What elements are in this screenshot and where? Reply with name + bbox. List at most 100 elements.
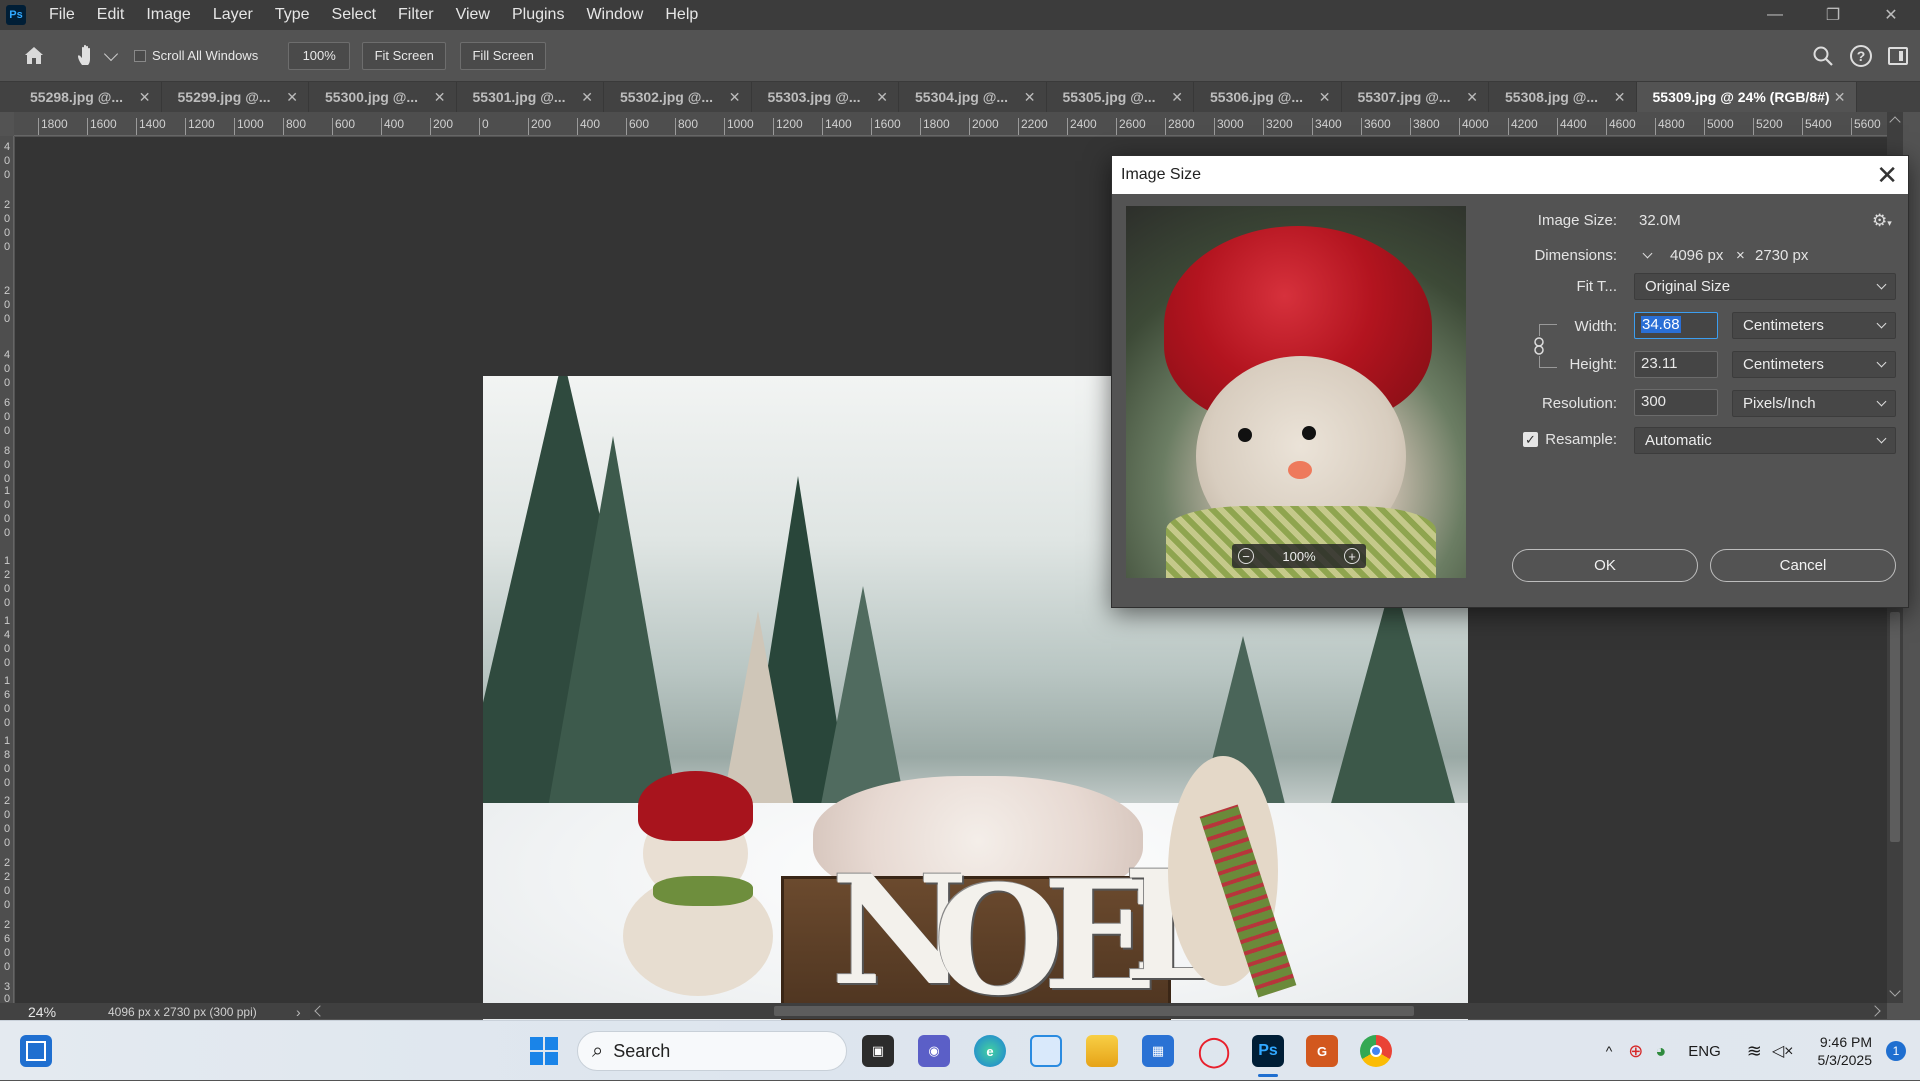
height-unit-select[interactable]: Centimeters <box>1732 351 1896 378</box>
link-icon[interactable] <box>1533 336 1545 356</box>
tab-close-icon[interactable]: ✕ <box>1024 89 1036 106</box>
menu-filter[interactable]: Filter <box>387 6 445 24</box>
menu-select[interactable]: Select <box>321 6 387 24</box>
zoom-level[interactable]: 24% <box>28 1004 108 1020</box>
menu-type[interactable]: Type <box>264 6 321 24</box>
dialog-title: Image Size <box>1121 166 1202 183</box>
width-unit-select[interactable]: Centimeters <box>1732 312 1896 339</box>
zoom-in-icon[interactable]: + <box>1344 548 1360 564</box>
tab-close-icon[interactable]: ✕ <box>1171 89 1183 106</box>
menu-help[interactable]: Help <box>654 6 709 24</box>
tab-close-icon[interactable]: ✕ <box>581 89 593 106</box>
wifi-icon[interactable]: ≋ <box>1747 1041 1762 1062</box>
tab-close-icon[interactable]: ✕ <box>1466 89 1478 106</box>
tab-55306[interactable]: 55306.jpg @... ✕ <box>1194 82 1342 112</box>
scroll-right-icon[interactable] <box>1869 1005 1881 1017</box>
menu-layer[interactable]: Layer <box>202 6 264 24</box>
shield-icon[interactable]: G <box>1306 1035 1338 1067</box>
file-explorer-icon[interactable] <box>1086 1035 1118 1067</box>
dialog-title-bar[interactable]: Image Size ✕ <box>1112 156 1908 194</box>
close-icon[interactable]: ✕ <box>1862 0 1920 30</box>
tab-55299[interactable]: 55299.jpg @... ✕ <box>162 82 309 112</box>
horizontal-scroll-thumb[interactable] <box>774 1006 1414 1016</box>
chevron-up-icon[interactable]: ^ <box>1606 1043 1613 1059</box>
snipping-tool-icon[interactable] <box>1030 1035 1062 1067</box>
edge-icon[interactable]: e <box>974 1035 1006 1067</box>
chevron-down-icon[interactable] <box>103 46 119 61</box>
tab-55301[interactable]: 55301.jpg @... ✕ <box>457 82 604 112</box>
tab-close-icon[interactable]: ✕ <box>434 89 446 106</box>
fit-to-select[interactable]: Original Size <box>1634 273 1896 300</box>
globe-icon[interactable]: ◕ <box>1655 1041 1666 1062</box>
menu-image[interactable]: Image <box>135 6 201 24</box>
zoom-100-button[interactable]: 100% <box>288 41 351 70</box>
gear-icon[interactable]: ⚙▾ <box>1872 211 1894 230</box>
notification-badge[interactable]: 1 <box>1886 1041 1906 1061</box>
language-indicator[interactable]: ENG <box>1688 1043 1721 1060</box>
cancel-button[interactable]: Cancel <box>1710 549 1896 582</box>
ok-button[interactable]: OK <box>1512 549 1698 582</box>
tab-55309[interactable]: 55309.jpg @ 24% (RGB/8#) ✕ <box>1636 82 1857 112</box>
tab-close-icon[interactable]: ✕ <box>1614 89 1626 106</box>
windows-start-icon[interactable] <box>528 1035 560 1067</box>
vertical-scroll-thumb[interactable] <box>1890 612 1900 842</box>
tab-55300[interactable]: 55300.jpg @... ✕ <box>309 82 457 112</box>
chrome-icon[interactable] <box>1360 1035 1392 1067</box>
tab-close-icon[interactable]: ✕ <box>286 89 298 106</box>
resolution-label: Resolution: <box>1541 395 1617 412</box>
widgets-icon[interactable] <box>20 1035 52 1067</box>
tab-55298[interactable]: 55298.jpg @... ✕ <box>14 82 162 112</box>
width-input[interactable]: 34.68 <box>1634 312 1718 339</box>
microsoft-store-icon[interactable]: ▦ <box>1142 1035 1174 1067</box>
menu-view[interactable]: View <box>445 6 501 24</box>
tab-close-icon[interactable]: ✕ <box>139 89 151 106</box>
opera-icon[interactable]: ◯ <box>1197 1035 1231 1068</box>
image-preview[interactable]: − 100% + <box>1126 206 1466 578</box>
taskbar-search[interactable]: ⌕ Search <box>577 1031 847 1071</box>
scroll-up-icon[interactable] <box>1889 116 1901 128</box>
search-icon[interactable] <box>1812 45 1834 67</box>
tab-55303[interactable]: 55303.jpg @... ✕ <box>752 82 899 112</box>
horizontal-scrollbar[interactable] <box>310 1003 1887 1019</box>
menu-edit[interactable]: Edit <box>86 6 136 24</box>
clock[interactable]: 9:46 PM 5/3/2025 <box>1818 1033 1873 1069</box>
status-menu-arrow[interactable]: › <box>296 1004 301 1020</box>
tab-55304[interactable]: 55304.jpg @... ✕ <box>899 82 1047 112</box>
tab-55307[interactable]: 55307.jpg @... ✕ <box>1342 82 1489 112</box>
scroll-down-icon[interactable] <box>1889 985 1901 997</box>
zoom-out-icon[interactable]: − <box>1238 548 1254 564</box>
resolution-unit-select[interactable]: Pixels/Inch <box>1732 390 1896 417</box>
fill-screen-button[interactable]: Fill Screen <box>460 41 547 70</box>
help-icon[interactable]: ? <box>1850 45 1872 67</box>
minimize-icon[interactable]: — <box>1746 0 1804 30</box>
dimensions-dropdown-icon[interactable] <box>1639 248 1657 262</box>
restore-icon[interactable]: ❐ <box>1804 0 1862 30</box>
menu-plugins[interactable]: Plugins <box>501 6 575 24</box>
tab-55308[interactable]: 55308.jpg @... ✕ <box>1489 82 1637 112</box>
close-icon[interactable]: ✕ <box>1876 162 1898 188</box>
home-icon[interactable] <box>22 44 46 68</box>
menu-file[interactable]: File <box>38 6 86 24</box>
tab-close-icon[interactable]: ✕ <box>1834 89 1846 106</box>
scroll-left-icon[interactable] <box>314 1005 326 1017</box>
volume-muted-icon[interactable]: ◁× <box>1772 1041 1794 1061</box>
task-view-icon[interactable]: ▣ <box>862 1035 894 1067</box>
teams-icon[interactable]: ◉ <box>918 1035 950 1067</box>
tab-label: 55309.jpg @ 24% (RGB/8#) <box>1652 89 1830 105</box>
tab-close-icon[interactable]: ✕ <box>876 89 888 106</box>
height-input[interactable]: 23.11 <box>1634 351 1718 378</box>
workspace-icon[interactable] <box>1888 47 1908 65</box>
hand-tool-icon[interactable] <box>74 43 100 69</box>
scroll-all-windows-checkbox[interactable] <box>134 49 146 62</box>
menu-window[interactable]: Window <box>575 6 654 24</box>
photoshop-taskbar-icon[interactable]: Ps <box>1252 1035 1284 1067</box>
tab-close-icon[interactable]: ✕ <box>729 89 741 106</box>
tab-close-icon[interactable]: ✕ <box>1319 89 1331 106</box>
resolution-input[interactable]: 300 <box>1634 389 1718 416</box>
vpn-icon[interactable]: ⊕ <box>1628 1041 1643 1062</box>
tab-55305[interactable]: 55305.jpg @... ✕ <box>1047 82 1194 112</box>
ruler-tick-label: 1600 <box>871 118 901 135</box>
tab-55302[interactable]: 55302.jpg @... ✕ <box>604 82 752 112</box>
fit-screen-button[interactable]: Fit Screen <box>362 41 447 70</box>
resample-select[interactable]: Automatic <box>1634 427 1896 454</box>
